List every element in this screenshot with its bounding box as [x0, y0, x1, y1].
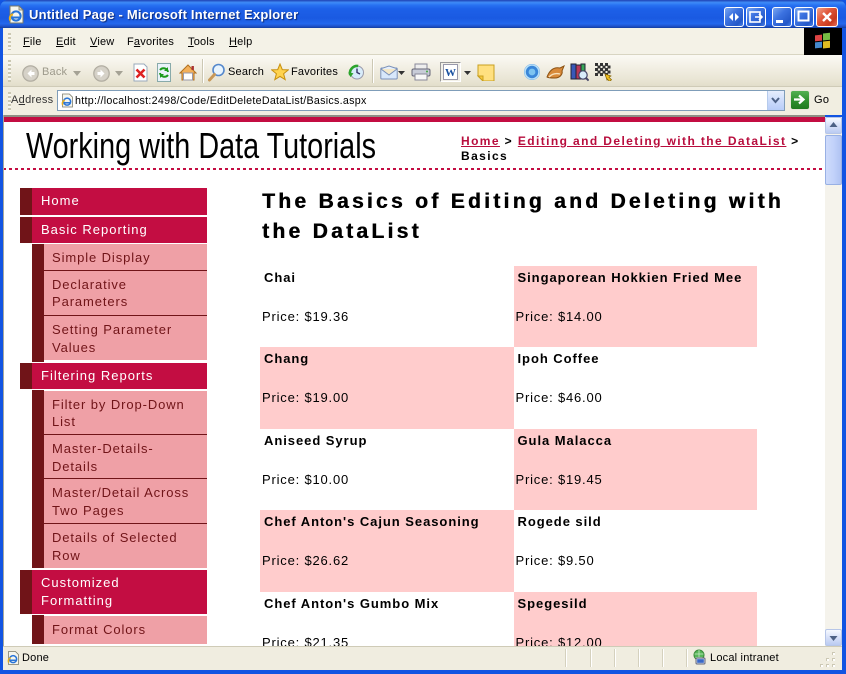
svg-text:W: W [445, 67, 456, 79]
